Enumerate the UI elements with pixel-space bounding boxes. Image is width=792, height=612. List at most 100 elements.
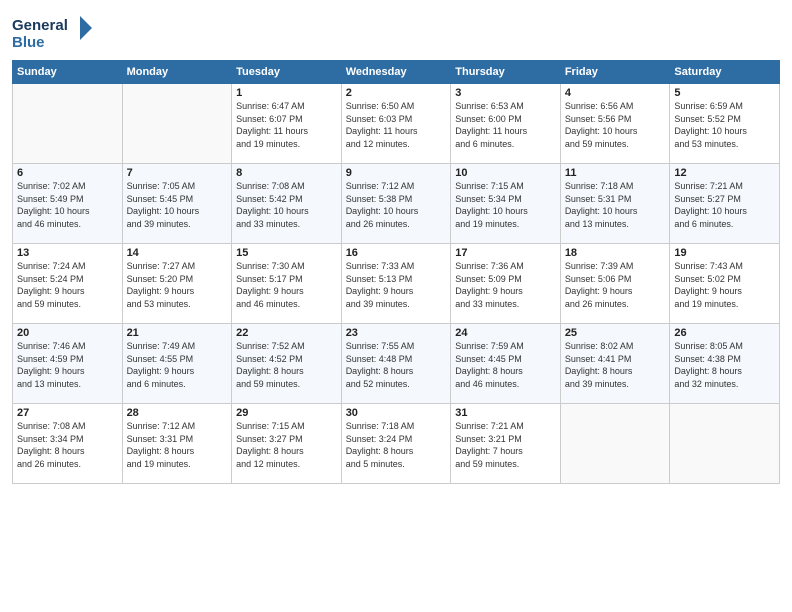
svg-text:General: General: [12, 17, 68, 34]
day-number: 13: [17, 247, 118, 259]
calendar-cell: 8Sunrise: 7:08 AM Sunset: 5:42 PM Daylig…: [232, 164, 342, 244]
calendar-cell: 12Sunrise: 7:21 AM Sunset: 5:27 PM Dayli…: [670, 164, 780, 244]
day-number: 29: [236, 407, 337, 419]
day-number: 28: [127, 407, 228, 419]
calendar-cell: 18Sunrise: 7:39 AM Sunset: 5:06 PM Dayli…: [560, 244, 670, 324]
day-info: Sunrise: 7:21 AM Sunset: 5:27 PM Dayligh…: [674, 180, 775, 230]
day-number: 26: [674, 327, 775, 339]
day-info: Sunrise: 7:18 AM Sunset: 3:24 PM Dayligh…: [346, 420, 447, 470]
day-info: Sunrise: 6:56 AM Sunset: 5:56 PM Dayligh…: [565, 100, 666, 150]
day-info: Sunrise: 7:46 AM Sunset: 4:59 PM Dayligh…: [17, 340, 118, 390]
calendar-cell: 26Sunrise: 8:05 AM Sunset: 4:38 PM Dayli…: [670, 324, 780, 404]
calendar-cell: 15Sunrise: 7:30 AM Sunset: 5:17 PM Dayli…: [232, 244, 342, 324]
day-info: Sunrise: 7:55 AM Sunset: 4:48 PM Dayligh…: [346, 340, 447, 390]
day-number: 15: [236, 247, 337, 259]
calendar-week-row: 1Sunrise: 6:47 AM Sunset: 6:07 PM Daylig…: [13, 84, 780, 164]
day-number: 9: [346, 167, 447, 179]
day-info: Sunrise: 7:39 AM Sunset: 5:06 PM Dayligh…: [565, 260, 666, 310]
day-number: 11: [565, 167, 666, 179]
calendar-day-header: Wednesday: [341, 61, 451, 84]
day-info: Sunrise: 7:59 AM Sunset: 4:45 PM Dayligh…: [455, 340, 556, 390]
day-info: Sunrise: 8:05 AM Sunset: 4:38 PM Dayligh…: [674, 340, 775, 390]
day-info: Sunrise: 7:18 AM Sunset: 5:31 PM Dayligh…: [565, 180, 666, 230]
day-info: Sunrise: 7:36 AM Sunset: 5:09 PM Dayligh…: [455, 260, 556, 310]
day-info: Sunrise: 6:59 AM Sunset: 5:52 PM Dayligh…: [674, 100, 775, 150]
day-info: Sunrise: 7:12 AM Sunset: 3:31 PM Dayligh…: [127, 420, 228, 470]
calendar-week-row: 27Sunrise: 7:08 AM Sunset: 3:34 PM Dayli…: [13, 404, 780, 484]
day-number: 16: [346, 247, 447, 259]
calendar-cell: 23Sunrise: 7:55 AM Sunset: 4:48 PM Dayli…: [341, 324, 451, 404]
day-info: Sunrise: 6:47 AM Sunset: 6:07 PM Dayligh…: [236, 100, 337, 150]
calendar-cell: 29Sunrise: 7:15 AM Sunset: 3:27 PM Dayli…: [232, 404, 342, 484]
calendar-cell: [13, 84, 123, 164]
calendar-day-header: Sunday: [13, 61, 123, 84]
day-number: 23: [346, 327, 447, 339]
day-info: Sunrise: 7:08 AM Sunset: 5:42 PM Dayligh…: [236, 180, 337, 230]
calendar-cell: 13Sunrise: 7:24 AM Sunset: 5:24 PM Dayli…: [13, 244, 123, 324]
day-info: Sunrise: 7:15 AM Sunset: 5:34 PM Dayligh…: [455, 180, 556, 230]
day-number: 19: [674, 247, 775, 259]
calendar-cell: 11Sunrise: 7:18 AM Sunset: 5:31 PM Dayli…: [560, 164, 670, 244]
calendar-cell: 27Sunrise: 7:08 AM Sunset: 3:34 PM Dayli…: [13, 404, 123, 484]
day-info: Sunrise: 7:08 AM Sunset: 3:34 PM Dayligh…: [17, 420, 118, 470]
calendar-cell: 19Sunrise: 7:43 AM Sunset: 5:02 PM Dayli…: [670, 244, 780, 324]
day-info: Sunrise: 7:02 AM Sunset: 5:49 PM Dayligh…: [17, 180, 118, 230]
calendar-day-header: Thursday: [451, 61, 561, 84]
day-number: 6: [17, 167, 118, 179]
day-info: Sunrise: 7:27 AM Sunset: 5:20 PM Dayligh…: [127, 260, 228, 310]
day-info: Sunrise: 7:49 AM Sunset: 4:55 PM Dayligh…: [127, 340, 228, 390]
calendar-cell: 31Sunrise: 7:21 AM Sunset: 3:21 PM Dayli…: [451, 404, 561, 484]
calendar-cell: 25Sunrise: 8:02 AM Sunset: 4:41 PM Dayli…: [560, 324, 670, 404]
day-number: 27: [17, 407, 118, 419]
calendar-cell: [122, 84, 232, 164]
calendar-week-row: 13Sunrise: 7:24 AM Sunset: 5:24 PM Dayli…: [13, 244, 780, 324]
day-number: 12: [674, 167, 775, 179]
day-info: Sunrise: 7:43 AM Sunset: 5:02 PM Dayligh…: [674, 260, 775, 310]
day-number: 20: [17, 327, 118, 339]
day-info: Sunrise: 7:33 AM Sunset: 5:13 PM Dayligh…: [346, 260, 447, 310]
calendar-cell: 16Sunrise: 7:33 AM Sunset: 5:13 PM Dayli…: [341, 244, 451, 324]
calendar-cell: 3Sunrise: 6:53 AM Sunset: 6:00 PM Daylig…: [451, 84, 561, 164]
day-number: 30: [346, 407, 447, 419]
calendar-cell: 24Sunrise: 7:59 AM Sunset: 4:45 PM Dayli…: [451, 324, 561, 404]
day-info: Sunrise: 7:12 AM Sunset: 5:38 PM Dayligh…: [346, 180, 447, 230]
calendar-day-header: Monday: [122, 61, 232, 84]
day-info: Sunrise: 6:53 AM Sunset: 6:00 PM Dayligh…: [455, 100, 556, 150]
calendar-cell: [670, 404, 780, 484]
calendar-day-header: Friday: [560, 61, 670, 84]
calendar-cell: 10Sunrise: 7:15 AM Sunset: 5:34 PM Dayli…: [451, 164, 561, 244]
calendar-day-header: Saturday: [670, 61, 780, 84]
day-number: 14: [127, 247, 228, 259]
logo: GeneralBlue: [12, 14, 102, 54]
day-info: Sunrise: 6:50 AM Sunset: 6:03 PM Dayligh…: [346, 100, 447, 150]
day-number: 1: [236, 87, 337, 99]
calendar-cell: 6Sunrise: 7:02 AM Sunset: 5:49 PM Daylig…: [13, 164, 123, 244]
calendar-cell: 22Sunrise: 7:52 AM Sunset: 4:52 PM Dayli…: [232, 324, 342, 404]
calendar-cell: 28Sunrise: 7:12 AM Sunset: 3:31 PM Dayli…: [122, 404, 232, 484]
day-number: 18: [565, 247, 666, 259]
calendar-cell: 14Sunrise: 7:27 AM Sunset: 5:20 PM Dayli…: [122, 244, 232, 324]
day-info: Sunrise: 7:24 AM Sunset: 5:24 PM Dayligh…: [17, 260, 118, 310]
day-number: 4: [565, 87, 666, 99]
calendar-week-row: 6Sunrise: 7:02 AM Sunset: 5:49 PM Daylig…: [13, 164, 780, 244]
day-number: 24: [455, 327, 556, 339]
calendar-cell: 2Sunrise: 6:50 AM Sunset: 6:03 PM Daylig…: [341, 84, 451, 164]
calendar-day-header: Tuesday: [232, 61, 342, 84]
calendar-cell: 20Sunrise: 7:46 AM Sunset: 4:59 PM Dayli…: [13, 324, 123, 404]
calendar-cell: 17Sunrise: 7:36 AM Sunset: 5:09 PM Dayli…: [451, 244, 561, 324]
calendar-table: SundayMondayTuesdayWednesdayThursdayFrid…: [12, 60, 780, 484]
calendar-cell: 21Sunrise: 7:49 AM Sunset: 4:55 PM Dayli…: [122, 324, 232, 404]
calendar-cell: [560, 404, 670, 484]
calendar-week-row: 20Sunrise: 7:46 AM Sunset: 4:59 PM Dayli…: [13, 324, 780, 404]
calendar-cell: 5Sunrise: 6:59 AM Sunset: 5:52 PM Daylig…: [670, 84, 780, 164]
day-number: 2: [346, 87, 447, 99]
day-number: 8: [236, 167, 337, 179]
day-info: Sunrise: 7:21 AM Sunset: 3:21 PM Dayligh…: [455, 420, 556, 470]
logo-svg: GeneralBlue: [12, 14, 102, 54]
day-info: Sunrise: 7:15 AM Sunset: 3:27 PM Dayligh…: [236, 420, 337, 470]
day-info: Sunrise: 7:30 AM Sunset: 5:17 PM Dayligh…: [236, 260, 337, 310]
day-number: 7: [127, 167, 228, 179]
calendar-cell: 1Sunrise: 6:47 AM Sunset: 6:07 PM Daylig…: [232, 84, 342, 164]
day-number: 5: [674, 87, 775, 99]
header: GeneralBlue: [12, 10, 780, 54]
